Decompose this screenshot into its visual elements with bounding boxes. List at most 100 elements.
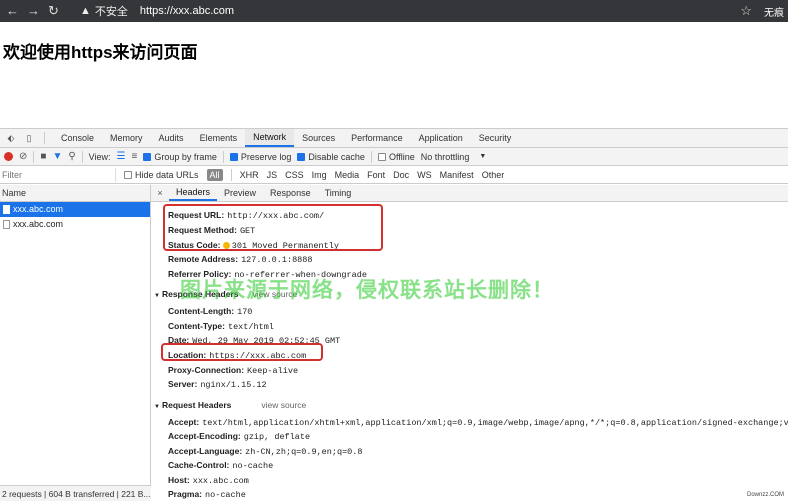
accept-language-row: Accept-Language: zh-CN,zh;q=0.9,en;q=0.8 xyxy=(168,446,362,457)
reload-icon[interactable]: ↻ xyxy=(48,0,59,22)
tab-application[interactable]: Application xyxy=(411,129,471,147)
filter-type-doc[interactable]: Doc xyxy=(393,170,409,180)
large-rows-icon[interactable]: ☰ xyxy=(117,151,126,162)
checkbox-unchecked-icon xyxy=(377,152,386,161)
forward-icon[interactable]: → xyxy=(27,0,40,22)
header-key: Cache-Control: xyxy=(168,460,230,470)
divider xyxy=(370,150,372,163)
header-value: 127.0.0.1:8888 xyxy=(241,255,313,265)
name-column-header[interactable]: Name xyxy=(0,185,150,202)
disable-cache-checkbox[interactable]: Disable cache xyxy=(297,152,365,162)
request-list: Name xxx.abc.com xxx.abc.com 2 requests … xyxy=(0,185,151,501)
preserve-log-label: Preserve log xyxy=(240,151,292,162)
tab-elements[interactable]: Elements xyxy=(192,129,246,147)
header-key: Proxy-Connection: xyxy=(168,365,245,375)
header-value: no-cache xyxy=(205,490,246,500)
filter-type-font[interactable]: Font xyxy=(367,170,385,180)
expand-triangle-icon: ▼ xyxy=(154,404,160,410)
host-row: Host: xxx.abc.com xyxy=(168,475,249,486)
tab-console[interactable]: Console xyxy=(53,129,102,147)
document-icon xyxy=(3,220,10,229)
filter-type-manifest[interactable]: Manifest xyxy=(440,170,474,180)
server-row: Server: nginx/1.15.12 xyxy=(168,379,267,390)
divider xyxy=(81,150,83,163)
tab-memory[interactable]: Memory xyxy=(102,129,151,147)
view-source-link[interactable]: view source xyxy=(261,400,306,410)
referrer-policy-row: Referrer Policy: no-referrer-when-downgra… xyxy=(168,269,367,280)
throttling-select[interactable]: No throttling ▼ xyxy=(421,152,486,162)
request-row[interactable]: xxx.abc.com xyxy=(0,217,150,232)
header-key: Accept: xyxy=(168,417,200,427)
expand-triangle-icon: ▼ xyxy=(154,293,160,299)
request-row[interactable]: xxx.abc.com xyxy=(0,202,150,217)
filter-type-other[interactable]: Other xyxy=(482,170,505,180)
checkbox-checked-icon xyxy=(143,152,152,161)
inspect-element-icon[interactable]: ⬖ xyxy=(4,129,18,147)
close-icon[interactable]: × xyxy=(151,185,169,201)
group-by-frame-checkbox[interactable]: Group by frame xyxy=(143,152,217,162)
highlight-box-general xyxy=(163,204,383,251)
hide-data-urls-checkbox[interactable]: Hide data URLs xyxy=(124,170,199,180)
content-length-row: Content-Length: 170 xyxy=(168,306,252,317)
filter-type-js[interactable]: JS xyxy=(267,170,278,180)
filter-type-all[interactable]: All xyxy=(206,168,223,181)
filter-type-img[interactable]: Img xyxy=(312,170,327,180)
header-value: 170 xyxy=(237,307,253,317)
status-summary: 2 requests | 604 B transferred | 221 B..… xyxy=(0,485,151,501)
waterfall-icon[interactable]: ≡ xyxy=(132,151,138,162)
network-main: Name xxx.abc.com xxx.abc.com 2 requests … xyxy=(0,185,788,501)
preserve-log-checkbox[interactable]: Preserve log xyxy=(229,151,292,162)
header-key: Content-Length: xyxy=(168,306,235,316)
tab-preview[interactable]: Preview xyxy=(217,185,263,201)
divider xyxy=(222,150,224,163)
back-icon[interactable]: ← xyxy=(6,0,19,22)
header-key: Remote Address: xyxy=(168,254,239,264)
header-key: Pragma: xyxy=(168,489,203,499)
request-name: xxx.abc.com xyxy=(13,204,64,214)
warning-icon: ▲ xyxy=(80,5,91,17)
pragma-row: Pragma: no-cache xyxy=(168,489,246,500)
nav-buttons: ← → ↻ xyxy=(0,0,80,22)
devtools-panel: ⬖ ▯ Console Memory Audits Elements Netwo… xyxy=(0,128,788,501)
response-headers-section[interactable]: ▼ Response Headers view source xyxy=(154,289,297,299)
bookmark-star-icon[interactable]: ☆ xyxy=(740,3,752,19)
security-indicator[interactable]: ▲ 不安全 xyxy=(80,3,128,19)
tab-sources[interactable]: Sources xyxy=(294,129,343,147)
view-source-link[interactable]: view source xyxy=(253,289,298,299)
request-headers-section[interactable]: ▼ Request Headers view source xyxy=(154,400,306,410)
group-by-frame-label: Group by frame xyxy=(154,151,217,162)
tab-security[interactable]: Security xyxy=(471,129,520,147)
header-key: Content-Type: xyxy=(168,321,225,331)
content-type-row: Content-Type: text/html xyxy=(168,321,274,332)
address-bar[interactable]: https://xxx.abc.com xyxy=(140,5,234,17)
remote-address-row: Remote Address: 127.0.0.1:8888 xyxy=(168,254,313,265)
header-value: zh-CN,zh;q=0.9,en;q=0.8 xyxy=(245,447,363,457)
chevron-down-icon: ▼ xyxy=(479,153,487,160)
search-icon[interactable]: ⚲ xyxy=(68,151,75,162)
device-toolbar-icon[interactable]: ▯ xyxy=(22,129,36,147)
tab-performance[interactable]: Performance xyxy=(343,129,411,147)
record-icon[interactable] xyxy=(4,152,13,161)
filter-type-media[interactable]: Media xyxy=(335,170,360,180)
screenshot-icon[interactable]: ■ xyxy=(40,151,46,162)
offline-checkbox[interactable]: Offline xyxy=(377,152,415,162)
browser-toolbar: ← → ↻ ▲ 不安全 https://xxx.abc.com ☆ 无痕 xyxy=(0,0,788,22)
filter-type-xhr[interactable]: XHR xyxy=(240,170,259,180)
header-value: nginx/1.15.12 xyxy=(200,380,267,390)
clear-icon[interactable]: ⊘ xyxy=(19,151,27,162)
filter-bar: Hide data URLs All XHR JS CSS Img Media … xyxy=(0,166,788,184)
divider xyxy=(44,132,45,144)
filter-icon[interactable]: ▼ xyxy=(52,151,62,162)
accept-row: Accept: text/html,application/xhtml+xml,a… xyxy=(168,417,788,428)
filter-type-css[interactable]: CSS xyxy=(285,170,304,180)
tab-audits[interactable]: Audits xyxy=(151,129,192,147)
section-title: Request Headers xyxy=(161,400,232,410)
tab-timing[interactable]: Timing xyxy=(318,185,359,201)
throttling-value: No throttling xyxy=(420,151,470,162)
incognito-label[interactable]: 无痕 xyxy=(764,4,784,19)
filter-type-ws[interactable]: WS xyxy=(417,170,432,180)
tab-response[interactable]: Response xyxy=(263,185,318,201)
tab-network[interactable]: Network xyxy=(245,129,295,147)
tab-headers[interactable]: Headers xyxy=(169,185,218,201)
filter-input[interactable] xyxy=(0,167,116,182)
